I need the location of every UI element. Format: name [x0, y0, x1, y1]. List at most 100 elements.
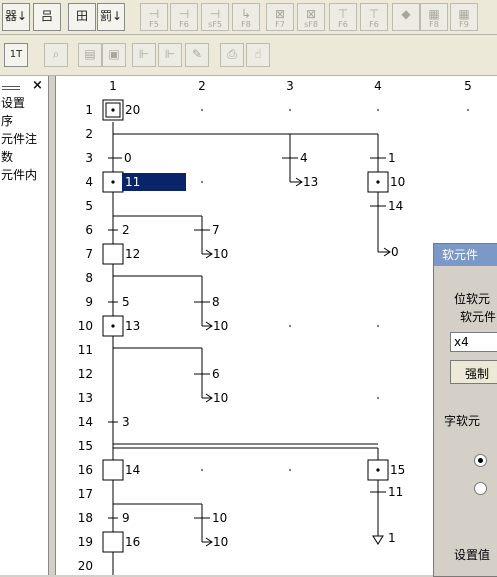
table-view-button[interactable]: 田	[68, 3, 96, 31]
row-number: 8	[85, 271, 93, 285]
row-number: 20	[78, 559, 93, 573]
copy-button[interactable]: ▣	[102, 43, 126, 67]
label-button[interactable]: ⊩	[132, 43, 156, 67]
logo-icon: ◆	[401, 7, 411, 21]
radio-option-1[interactable]	[474, 454, 487, 467]
label2-icon: ⊩	[164, 47, 176, 61]
word-device-group-label: 字软元	[444, 414, 481, 428]
sidebar-close-button[interactable]: ×	[32, 78, 43, 93]
step-label: 15	[390, 463, 405, 477]
step-label: 16	[125, 535, 140, 549]
step-box[interactable]	[102, 243, 124, 265]
f7-label: F7	[275, 20, 285, 29]
radio-selected-dot	[478, 458, 483, 463]
step-box[interactable]	[102, 531, 124, 553]
f6b-button[interactable]: ⊤ F6	[329, 3, 357, 31]
row-number: 13	[78, 391, 93, 405]
step-active-dot	[111, 108, 115, 112]
row-number: 18	[78, 511, 93, 525]
radio-option-2[interactable]	[474, 482, 487, 495]
transition-label: 4	[300, 151, 308, 165]
jump-label: 10	[213, 391, 228, 405]
sfc-diagram: 1 2 3 4 5 1 2 3 4 5 6 7 8 9 10 11 12 13 …	[78, 79, 472, 575]
step-active-dot	[376, 468, 380, 472]
transition-label: 2	[122, 223, 130, 237]
print-icon: ⎙	[227, 47, 237, 61]
page-button[interactable]: ▤	[78, 43, 102, 67]
print-button[interactable]: ⎙	[220, 43, 244, 67]
logo-button: ◆	[392, 3, 420, 31]
sf8-button[interactable]: ⊠ sF8	[297, 3, 325, 31]
column-header: 3	[286, 79, 294, 93]
force-button-label: 强制	[465, 367, 490, 381]
f8-button[interactable]: ↳ F8	[232, 3, 260, 31]
transition-label: 5	[122, 295, 130, 309]
row-number: 5	[85, 199, 93, 213]
f6-label: F6	[179, 20, 189, 29]
sort-button[interactable]: 罰↓	[97, 3, 125, 31]
sf5-icon: ⊣	[209, 7, 221, 21]
dialog-title[interactable]: 软元件	[434, 244, 497, 266]
step-label: 14	[125, 463, 140, 477]
column-header: 1	[109, 79, 117, 93]
secondary-toolbar: 1T ⌕ ▤ ▣ ⊩ ⊩ ✎ ⎙ ☝	[0, 35, 497, 76]
sidebar-item-device-comment[interactable]: 元件注	[1, 130, 37, 147]
step-label: 11	[125, 175, 140, 189]
project-sidebar: × 设置 序 元件注 数 元件内	[0, 76, 49, 575]
f9-button[interactable]: ▦ F9	[450, 3, 478, 31]
transition-label: 1	[388, 151, 396, 165]
ladder-view-button[interactable]: 吕	[33, 3, 61, 31]
jump-label: 10	[213, 535, 228, 549]
device-toggle-button[interactable]: 器↓	[2, 3, 30, 31]
device-input-value: x4	[454, 335, 469, 349]
sidebar-item-device-memory[interactable]: 元件内	[1, 166, 37, 183]
jump-label: 10	[213, 319, 228, 333]
sf8-label: sF8	[304, 20, 318, 29]
pen-button[interactable]: ✎	[185, 43, 209, 67]
transition-label: 9	[122, 511, 130, 525]
step-active-dot	[111, 324, 115, 328]
sidebar-item-settings[interactable]: 设置	[1, 94, 25, 111]
sidebar-item-parameters[interactable]: 数	[1, 148, 13, 165]
column-header: 5	[464, 79, 472, 93]
f5-button[interactable]: ⊣ F5	[140, 3, 168, 31]
reset-arrow-icon	[372, 535, 384, 545]
f8-label: F8	[241, 20, 251, 29]
sf8-icon: ⊠	[305, 7, 317, 21]
step-active-dot	[376, 180, 380, 184]
device-input[interactable]: x4	[450, 332, 497, 352]
label-icon: ⊩	[138, 47, 150, 61]
force-button[interactable]: 强制	[450, 360, 497, 384]
page-icon: ▤	[84, 47, 96, 61]
f8b-button[interactable]: ▦ F8	[420, 3, 448, 31]
insert-line-button[interactable]: 1T	[4, 43, 28, 67]
device-test-dialog: 软元件 位软元 软元件 x4 强制 字软元 设置值	[433, 243, 497, 577]
f8b-label: F8	[429, 20, 439, 29]
row-number: 19	[78, 535, 93, 549]
row-number: 1	[85, 103, 93, 117]
label2-button[interactable]: ⊩	[158, 43, 182, 67]
read-button[interactable]: ☝	[246, 43, 270, 67]
device-toggle-icon: 器↓	[4, 9, 28, 23]
transition-label: 8	[212, 295, 220, 309]
transition-label: 7	[212, 223, 220, 237]
f6c-icon: ⊤	[368, 7, 380, 21]
step-label: 10	[390, 175, 405, 189]
f9-label: F9	[459, 20, 469, 29]
f9-icon: ▦	[458, 7, 470, 21]
row-number: 2	[85, 127, 93, 141]
sf5-button[interactable]: ⊣ sF5	[201, 3, 229, 31]
sidebar-item-program[interactable]: 序	[1, 112, 13, 129]
search-button[interactable]: ⌕	[44, 43, 68, 67]
sfc-editor-canvas[interactable]: 1 2 3 4 5 1 2 3 4 5 6 7 8 9 10 11 12 13 …	[55, 76, 497, 575]
row-number: 14	[78, 415, 93, 429]
f8-icon: ↳	[240, 7, 252, 21]
sidebar-grip-icon[interactable]	[2, 86, 20, 90]
row-number: 6	[85, 223, 93, 237]
f6-button[interactable]: ⊣ F6	[170, 3, 198, 31]
step-box[interactable]	[102, 459, 124, 481]
f6c-button[interactable]: ⊤ F6	[360, 3, 388, 31]
row-number: 15	[78, 439, 93, 453]
f7-button[interactable]: ⊠ F7	[266, 3, 294, 31]
sidebar-header: ×	[0, 78, 48, 94]
